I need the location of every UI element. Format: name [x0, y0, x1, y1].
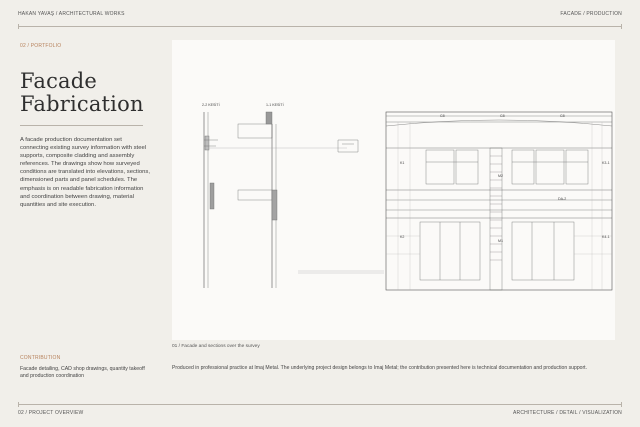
title-line-1: Facade [20, 69, 98, 93]
drawing-panel: 2-2 KESİTİ 1-1 KESİTİ C8 C8 C8 K1 K2 K3-… [172, 40, 615, 340]
label-m2: M2 [498, 174, 503, 178]
header-rule [18, 26, 622, 27]
label-da-2: DA-2 [558, 197, 566, 201]
section-label: 02 / PORTFOLIO [20, 43, 62, 49]
header-right: FACADE / PRODUCTION [560, 11, 622, 17]
page-title: Facade Fabrication [20, 70, 144, 116]
label-k1: K1 [400, 161, 404, 165]
section-b-label: 1-1 KESİTİ [266, 102, 284, 107]
label-k2: K2 [400, 235, 404, 239]
label-k4-1: K4-1 [602, 235, 610, 239]
project-description: A facade production documentation set co… [20, 137, 150, 208]
label-c8-3: C8 [560, 114, 565, 118]
contribution-text: Facade detailing, CAD shop drawings, qua… [20, 366, 145, 380]
label-c8-2: C8 [500, 114, 505, 118]
contribution-heading: CONTRIBUTION [20, 355, 61, 361]
header-left: HAKAN YAVAŞ / ARCHITECTURAL WORKS [18, 11, 125, 17]
label-k3-1: K3-1 [602, 161, 610, 165]
title-line-2: Fabrication [20, 92, 144, 116]
label-c8-1: C8 [440, 114, 445, 118]
facade-drawing: 2-2 KESİTİ 1-1 KESİTİ C8 C8 C8 K1 K2 K3-… [202, 102, 613, 291]
section-a-label: 2-2 KESİTİ [202, 102, 220, 107]
header-tick-left [18, 24, 19, 29]
header-tick-right [621, 24, 622, 29]
footer-right: ARCHITECTURE / DETAIL / VISUALIZATION [513, 410, 622, 416]
label-m1: M1 [498, 239, 503, 243]
title-rule [20, 125, 143, 126]
footer-left: 02 / PROJECT OVERVIEW [18, 410, 84, 416]
footer-rule [18, 404, 622, 405]
footer-tick-right [621, 402, 622, 407]
production-note: Produced in professional practice at Ima… [172, 365, 588, 371]
footer-tick-left [18, 402, 19, 407]
drawing-caption: 01 / Facade and sections over the survey [172, 344, 260, 349]
